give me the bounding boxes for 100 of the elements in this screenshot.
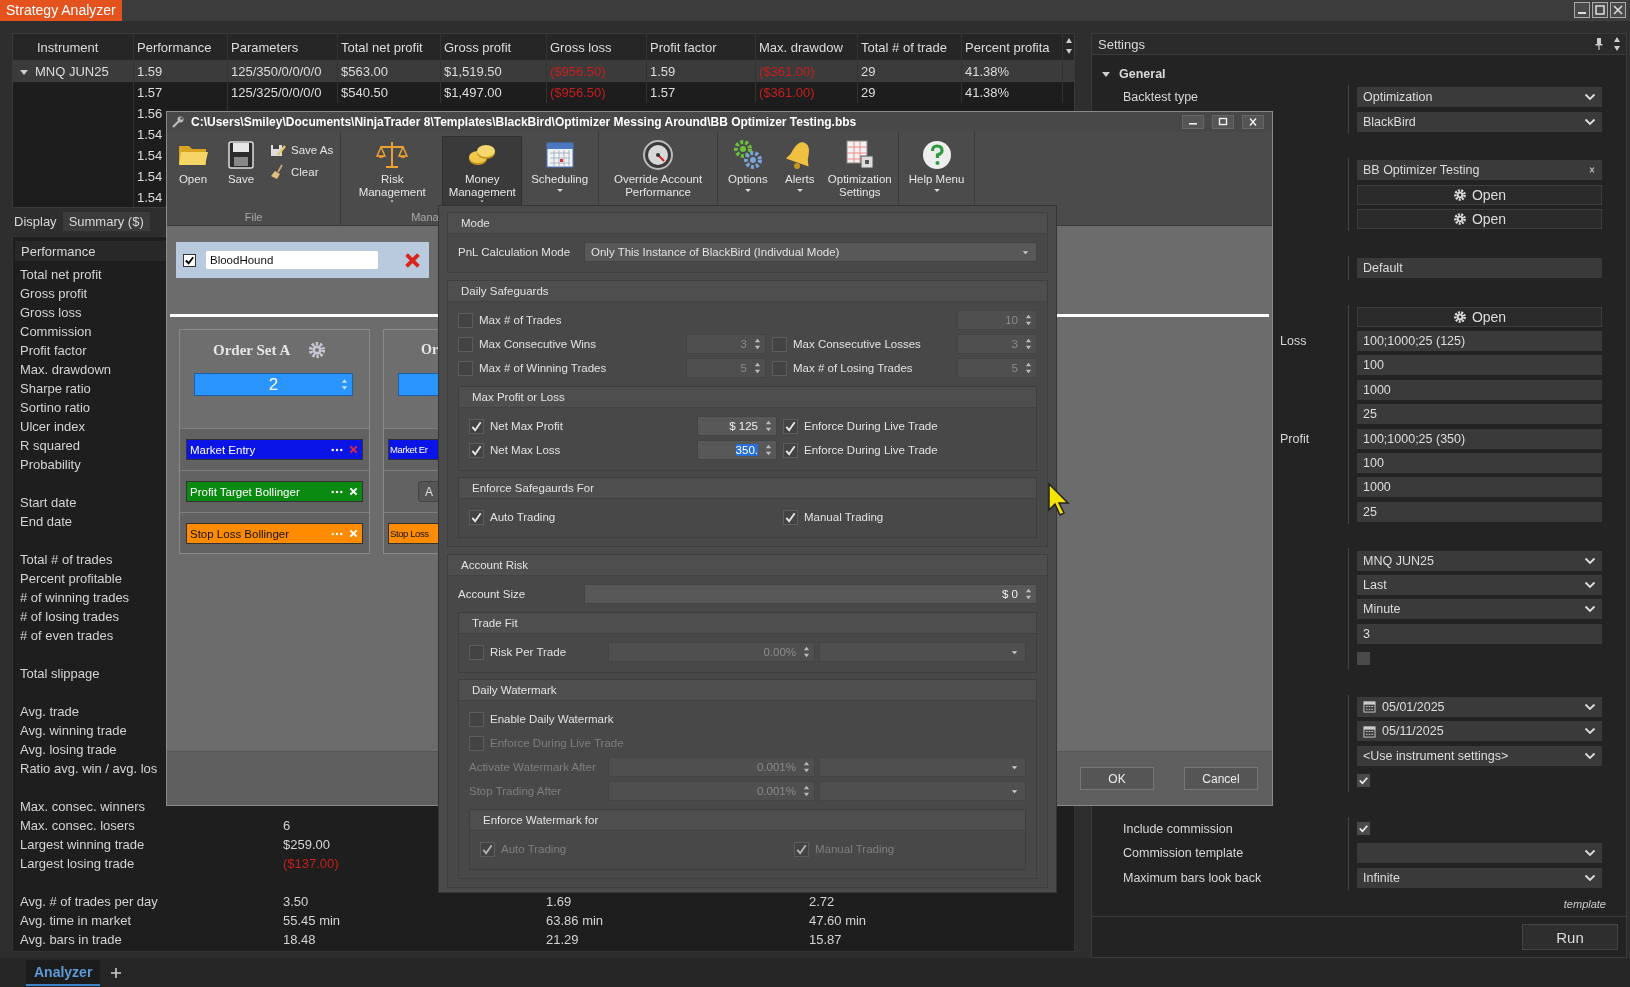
ribbon-button[interactable]: Alerts bbox=[776, 136, 823, 206]
text-field[interactable]: 25 bbox=[1357, 404, 1602, 425]
dialog-button[interactable]: Cancel bbox=[1184, 767, 1258, 790]
spin-arrows-icon[interactable] bbox=[754, 336, 761, 352]
checkbox[interactable] bbox=[183, 253, 196, 267]
ribbon-button[interactable]: Help Menu bbox=[901, 136, 972, 206]
checkbox[interactable] bbox=[1357, 651, 1370, 665]
order-chip[interactable]: Market Entry bbox=[186, 439, 363, 460]
column-header[interactable]: Max. drawdow bbox=[756, 34, 858, 60]
dropdown[interactable]: Only This Instance of BlackBird (Indivdual Mode) bbox=[584, 242, 1037, 262]
number-field[interactable]: $ 125 bbox=[697, 416, 777, 436]
text-field[interactable]: BB Optimizer Testing bbox=[1357, 160, 1602, 181]
checkbox[interactable] bbox=[469, 418, 484, 434]
app-title-tab[interactable]: Strategy Analyzer bbox=[0, 0, 122, 21]
checkbox[interactable] bbox=[469, 711, 484, 727]
more-icon[interactable] bbox=[331, 489, 343, 494]
add-tab-icon[interactable] bbox=[110, 966, 123, 979]
spin-arrows-icon[interactable] bbox=[803, 759, 810, 775]
checkbox[interactable] bbox=[783, 509, 798, 525]
clear-icon[interactable] bbox=[1588, 166, 1596, 175]
ribbon-button[interactable]: Options bbox=[721, 136, 775, 206]
ribbon-button[interactable]: Risk Management bbox=[344, 136, 441, 206]
settings-button[interactable]: Open bbox=[1357, 209, 1602, 230]
date-picker[interactable]: 05/11/2025 bbox=[1357, 721, 1602, 742]
run-button[interactable]: Run bbox=[1522, 924, 1618, 950]
category-header[interactable]: General bbox=[1119, 67, 1166, 81]
column-header[interactable]: Gross loss bbox=[547, 34, 647, 60]
checkbox[interactable] bbox=[469, 644, 484, 660]
text-field[interactable]: 100;1000;25 (125) bbox=[1357, 331, 1602, 352]
spin-arrows-icon[interactable] bbox=[1025, 586, 1032, 602]
text-field[interactable]: 1000 bbox=[1357, 379, 1602, 400]
spin-arrows-icon[interactable] bbox=[1025, 360, 1032, 376]
order-chip[interactable]: Stop Loss bbox=[388, 523, 439, 544]
dropdown[interactable]: <Use instrument settings> bbox=[1357, 745, 1602, 766]
spin-arrows-icon[interactable] bbox=[754, 360, 761, 376]
ribbon-button[interactable]: Money Management bbox=[442, 136, 523, 206]
column-header[interactable]: Total # of trade bbox=[858, 34, 962, 60]
checkbox[interactable] bbox=[772, 336, 787, 352]
spin-arrows-icon[interactable] bbox=[341, 376, 348, 393]
gear-icon[interactable] bbox=[308, 341, 327, 359]
input-field[interactable]: BloodHound bbox=[206, 251, 378, 269]
text-field[interactable]: 100;1000;25 (350) bbox=[1357, 428, 1602, 449]
checkbox[interactable] bbox=[458, 360, 473, 376]
checkbox[interactable] bbox=[469, 442, 484, 458]
dropdown[interactable]: Optimization bbox=[1357, 87, 1602, 108]
close-icon[interactable] bbox=[1610, 2, 1626, 18]
text-field[interactable]: Default bbox=[1357, 257, 1602, 278]
workspace-tab[interactable]: Analyzer bbox=[26, 959, 101, 986]
spin-arrows-icon[interactable] bbox=[803, 644, 810, 660]
date-picker[interactable]: 05/01/2025 bbox=[1357, 696, 1602, 717]
dropdown[interactable]: BlackBird bbox=[1357, 111, 1602, 132]
pin-icon[interactable] bbox=[1594, 37, 1604, 51]
column-header[interactable]: Parameters bbox=[228, 34, 338, 60]
ribbon-button[interactable]: Clear bbox=[270, 164, 334, 180]
settings-button[interactable]: Open bbox=[1357, 184, 1602, 205]
settings-button[interactable]: Open bbox=[1357, 306, 1602, 327]
text-field[interactable]: 25 bbox=[1357, 501, 1602, 522]
maximize-icon[interactable] bbox=[1212, 115, 1234, 129]
number-field[interactable]: 350. bbox=[697, 440, 777, 460]
column-header[interactable]: Total net profit bbox=[338, 34, 441, 60]
number-field[interactable]: $ 0 bbox=[584, 584, 1037, 604]
minimize-icon[interactable] bbox=[1574, 2, 1590, 18]
add-button[interactable]: A bbox=[418, 481, 439, 502]
dropdown[interactable]: Minute bbox=[1357, 599, 1602, 620]
ribbon-button[interactable]: Scheduling bbox=[524, 136, 596, 206]
checkbox[interactable] bbox=[458, 312, 473, 328]
text-field[interactable]: 1000 bbox=[1357, 477, 1602, 498]
display-selector[interactable]: Summary ($) bbox=[62, 211, 150, 231]
column-header[interactable]: Gross profit bbox=[441, 34, 547, 60]
checkbox[interactable] bbox=[783, 418, 798, 434]
template-link[interactable]: template bbox=[1563, 898, 1606, 910]
column-header[interactable]: Percent profita bbox=[962, 34, 1063, 60]
checkbox[interactable] bbox=[458, 336, 473, 352]
dropdown[interactable]: Infinite bbox=[1357, 867, 1602, 888]
checkbox[interactable] bbox=[1357, 773, 1370, 787]
ribbon-button[interactable]: Save As bbox=[270, 142, 334, 158]
checkbox[interactable] bbox=[1357, 822, 1370, 836]
text-field[interactable]: 100 bbox=[1357, 453, 1602, 474]
minimize-icon[interactable] bbox=[1182, 115, 1204, 129]
dialog-button[interactable]: OK bbox=[1080, 767, 1154, 790]
text-field[interactable]: 100 bbox=[1357, 355, 1602, 376]
checkbox[interactable] bbox=[772, 360, 787, 376]
checkbox[interactable] bbox=[783, 442, 798, 458]
dropdown[interactable]: Last bbox=[1357, 575, 1602, 595]
delete-icon[interactable] bbox=[404, 251, 421, 269]
dropdown[interactable]: MNQ JUN25 bbox=[1357, 550, 1602, 571]
spin-arrows-icon[interactable] bbox=[765, 442, 772, 458]
column-header[interactable]: Instrument bbox=[13, 34, 134, 60]
more-icon[interactable] bbox=[331, 447, 343, 452]
order-chip[interactable]: Market Er bbox=[388, 439, 439, 460]
column-header[interactable]: Profit factor bbox=[647, 34, 756, 60]
column-header[interactable]: Performance bbox=[134, 34, 228, 60]
maximize-icon[interactable] bbox=[1592, 2, 1608, 18]
checkbox[interactable] bbox=[469, 509, 484, 525]
ribbon-button[interactable]: Optimization Settings bbox=[824, 136, 895, 206]
spin-arrows-icon[interactable] bbox=[1025, 336, 1032, 352]
spin-arrows-icon[interactable] bbox=[803, 783, 810, 799]
expand-caret-icon[interactable] bbox=[1101, 69, 1111, 79]
spin-arrows-icon[interactable] bbox=[765, 418, 772, 434]
order-chip[interactable]: Profit Target Bollinger bbox=[186, 481, 363, 502]
